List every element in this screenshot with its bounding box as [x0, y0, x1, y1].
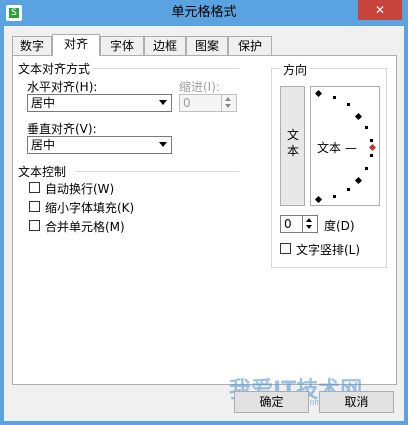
shrink-to-fit-checkbox[interactable]	[29, 201, 40, 212]
ok-button[interactable]: 确定	[234, 391, 309, 413]
indent-spinner[interactable]: 0	[179, 94, 237, 112]
dial-mark	[333, 195, 336, 198]
indent-value: 0	[183, 96, 191, 110]
chevron-down-icon	[159, 142, 167, 147]
arrow-down-icon	[225, 104, 231, 108]
vertical-align-value: 居中	[31, 138, 56, 152]
vertical-align-label: 垂直对齐(V):	[27, 122, 97, 136]
dial-mark	[314, 195, 323, 204]
dial-mark	[354, 176, 363, 185]
horizontal-align-value: 居中	[31, 96, 56, 110]
dial-mark	[333, 96, 336, 99]
dialog-client-area: 数字 对齐 字体 边框 图案 保护 文本对齐方式 水平对齐(H): 居中 缩进(…	[4, 26, 404, 421]
spinner-buttons[interactable]	[302, 216, 317, 232]
orientation-dial[interactable]: 文本 —	[310, 86, 380, 206]
divider	[93, 68, 239, 69]
degree-value: 0	[284, 217, 292, 231]
text-alignment-group-label: 文本对齐方式	[18, 60, 91, 77]
degree-label: 度(D)	[324, 219, 355, 233]
dial-mark	[347, 103, 350, 106]
dial-mark	[370, 139, 373, 142]
vertical-align-select[interactable]: 居中	[27, 136, 172, 154]
dial-mark	[365, 167, 368, 170]
arrow-down-icon	[306, 225, 312, 229]
merge-cells-label[interactable]: 合并单元格(M)	[45, 218, 125, 235]
vertical-text-button[interactable]: 文本	[280, 86, 305, 206]
dial-mark	[365, 126, 368, 129]
dial-mark	[370, 154, 373, 157]
tab-border[interactable]: 边框	[144, 36, 186, 55]
tab-number[interactable]: 数字	[12, 36, 52, 55]
dial-text: 文本 —	[317, 141, 357, 155]
indent-label: 缩进(I):	[179, 80, 220, 94]
dial-mark	[354, 112, 363, 121]
orientation-group: 方向 文本 文本 — 0 度(D) 文字竖排(L)	[271, 61, 387, 268]
wrap-text-checkbox[interactable]	[29, 182, 40, 193]
shrink-to-fit-label[interactable]: 缩小字体填充(K)	[45, 199, 134, 216]
window-title: 单元格格式	[171, 5, 237, 20]
horizontal-align-label: 水平对齐(H):	[27, 80, 98, 94]
text-control-group-label: 文本控制	[18, 163, 67, 180]
tab-font[interactable]: 字体	[100, 36, 144, 55]
divider	[75, 171, 239, 172]
arrow-up-icon	[225, 97, 231, 101]
arrow-up-icon	[306, 218, 312, 222]
wrap-text-label[interactable]: 自动换行(W)	[45, 180, 114, 197]
vertical-text-label: 文本	[286, 128, 299, 158]
cancel-button[interactable]: 取消	[319, 391, 394, 413]
orientation-group-label: 方向	[280, 61, 311, 78]
vertical-layout-label[interactable]: 文字竖排(L)	[296, 241, 360, 258]
tab-pattern[interactable]: 图案	[186, 36, 228, 55]
merge-cells-checkbox[interactable]	[29, 220, 40, 231]
orientation-handle-icon[interactable]	[368, 143, 377, 152]
dialog-window: S 单元格格式 ✕ 数字 对齐 字体 边框 图案 保护 文本对齐方式 水平对齐(…	[0, 0, 408, 425]
dial-mark	[347, 188, 350, 191]
spinner-buttons[interactable]	[221, 95, 236, 111]
horizontal-align-select[interactable]: 居中	[27, 94, 172, 112]
alignment-panel: 文本对齐方式 水平对齐(H): 居中 缩进(I): 0 垂直对齐(V): 居中 …	[12, 55, 397, 385]
title-bar[interactable]: S 单元格格式 ✕	[0, 0, 408, 26]
chevron-down-icon	[159, 100, 167, 105]
dial-mark	[314, 89, 323, 98]
degree-spinner[interactable]: 0	[280, 215, 318, 233]
tab-alignment[interactable]: 对齐	[52, 34, 100, 56]
vertical-layout-checkbox[interactable]	[280, 243, 291, 254]
close-button[interactable]: ✕	[358, 0, 402, 20]
tab-protection[interactable]: 保护	[228, 36, 272, 55]
